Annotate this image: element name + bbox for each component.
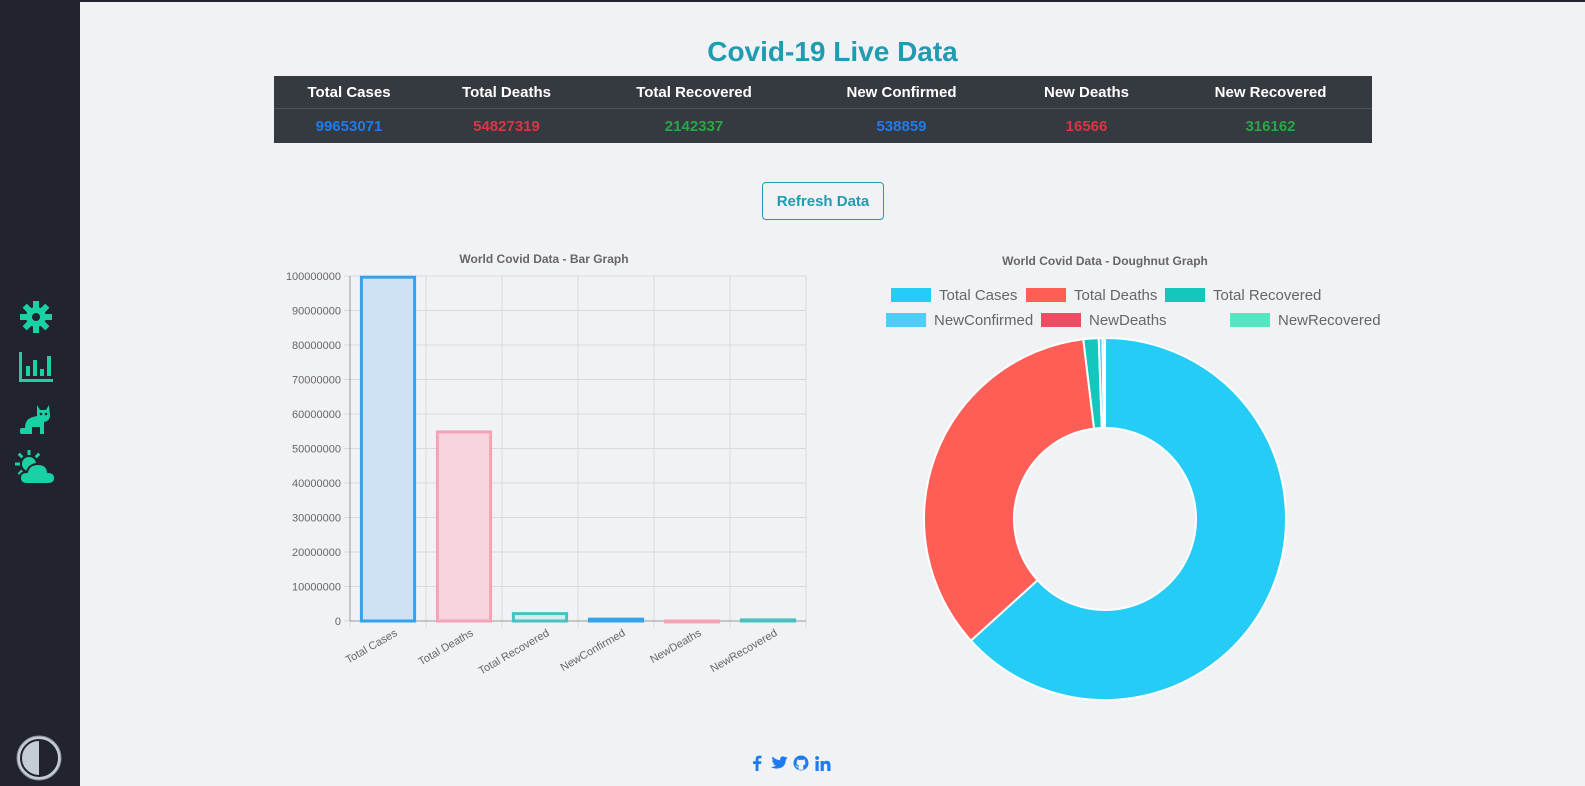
x-tick-label: NewDeaths [648,627,704,666]
legend-swatch [891,288,931,302]
legend-swatch [1026,288,1066,302]
y-tick-label: 80000000 [292,340,341,352]
sidebar [0,0,80,786]
doughnut-slice[interactable] [923,338,1096,643]
stats-header: Total Cases [307,84,391,101]
y-tick-label: 50000000 [292,444,341,456]
stat-new-deaths: 16566 [1065,118,1108,135]
stat-total-cases: 99653071 [315,118,383,135]
legend-swatch [1230,313,1270,327]
bar-chart: 0 10000000 20000000 30000000 40000000 5000000… [286,271,807,677]
y-tick-label: 90000000 [292,306,341,318]
legend-label: NewRecovered [1278,311,1381,329]
stats-header: Total Deaths [462,84,551,101]
footer-social-icons [748,754,832,772]
legend-item[interactable]: NewDeaths [1041,311,1167,329]
doughnut-chart [923,336,1287,701]
refresh-data-button[interactable]: Refresh Data [762,182,884,220]
legend-label: Total Recovered [1213,286,1322,304]
stat-total-recovered: 2142337 [664,118,724,135]
stats-header: New Deaths [1043,84,1130,101]
legend-swatch [1165,288,1205,302]
stats-value-row: 99653071 54827319 2142337 538859 16566 3… [274,110,1372,143]
bar-chart-icon[interactable] [14,347,58,387]
x-tick-label: Total Deaths [417,627,476,668]
doughnut-chart-title: World Covid Data - Doughnut Graph [1002,254,1208,268]
stat-new-recovered: 316162 [1245,118,1296,135]
theme-toggle-icon[interactable] [15,734,63,782]
stats-header: New Confirmed [846,84,957,101]
doughnut-slice[interactable] [1101,336,1106,430]
legend-label: Total Deaths [1074,286,1158,304]
x-tick-label: Total Cases [344,627,400,666]
stats-header-row: Total Cases Total Deaths Total Recovered… [274,76,1372,109]
gear-icon[interactable] [14,297,58,337]
legend-label: NewDeaths [1089,311,1167,329]
cat-icon[interactable] [14,398,58,438]
stats-header: New Recovered [1214,84,1327,101]
legend-item[interactable]: NewConfirmed [886,311,1033,329]
y-tick-label: 100000000 [286,271,341,283]
twitter-icon[interactable] [770,754,788,772]
linkedin-icon[interactable] [814,754,832,772]
x-tick-label: NewRecovered [708,627,779,675]
bar[interactable] [663,619,721,624]
bar[interactable] [435,430,493,623]
legend-item[interactable]: NewRecovered [1230,311,1381,329]
stat-new-confirmed: 538859 [876,118,927,135]
y-tick-label: 70000000 [292,375,341,387]
bar[interactable] [739,618,797,623]
github-icon[interactable] [792,754,810,772]
legend-item[interactable]: Total Cases [891,286,1017,304]
y-tick-label: 30000000 [292,513,341,525]
y-tick-label: 40000000 [292,478,341,490]
facebook-icon[interactable] [748,754,766,772]
legend-swatch [1041,313,1081,327]
y-tick-label: 20000000 [292,547,341,559]
page-title: Covid-19 Live Data [707,36,958,67]
legend-label: NewConfirmed [934,311,1034,329]
weather-icon[interactable] [14,448,58,488]
y-tick-label: 0 [335,616,341,628]
bar[interactable] [587,617,645,623]
bar[interactable] [511,612,569,623]
y-tick-label: 60000000 [292,409,341,421]
bar[interactable] [359,275,417,623]
x-tick-label: Total Recovered [477,627,552,677]
x-tick-label: NewConfirmed [558,627,627,674]
stats-header: Total Recovered [636,84,752,101]
legend-label: Total Cases [939,286,1018,304]
stats-table: Total Cases Total Deaths Total Recovered… [274,76,1372,143]
legend-item[interactable]: Total Recovered [1165,286,1321,304]
stat-total-deaths: 54827319 [473,118,540,135]
legend-item[interactable]: Total Deaths [1026,286,1157,304]
y-tick-label: 10000000 [292,582,341,594]
legend-swatch [886,313,926,327]
main-content: Covid-19 Live Data Total Cases Total Dea… [80,0,1585,786]
